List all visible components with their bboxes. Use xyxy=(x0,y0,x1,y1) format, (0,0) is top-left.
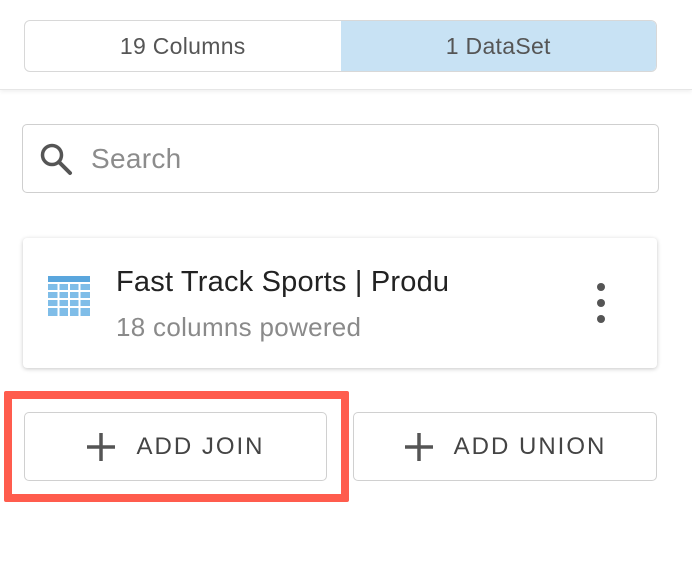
plus-icon xyxy=(86,432,116,462)
toggle-datasets[interactable]: 1 DataSet xyxy=(340,21,656,71)
plus-icon xyxy=(404,432,434,462)
dataset-card[interactable]: Fast Track Sports | Produ 18 columns pow… xyxy=(23,238,657,368)
top-bar: 19 Columns 1 DataSet xyxy=(0,0,692,90)
more-vertical-icon[interactable] xyxy=(591,283,611,323)
dataset-subtitle: 18 columns powered xyxy=(116,312,362,342)
search-icon xyxy=(39,142,73,176)
search-input[interactable] xyxy=(91,125,658,192)
add-join-label: ADD JOIN xyxy=(136,432,265,460)
table-icon xyxy=(48,276,90,321)
toggle-columns[interactable]: 19 Columns xyxy=(25,21,341,71)
search-box xyxy=(22,124,659,193)
add-join-button[interactable]: ADD JOIN xyxy=(24,412,327,481)
add-union-label: ADD UNION xyxy=(453,432,607,460)
dataset-title: Fast Track Sports | Produ xyxy=(116,266,450,298)
view-toggle: 19 Columns 1 DataSet xyxy=(24,20,657,72)
add-union-button[interactable]: ADD UNION xyxy=(353,412,657,481)
